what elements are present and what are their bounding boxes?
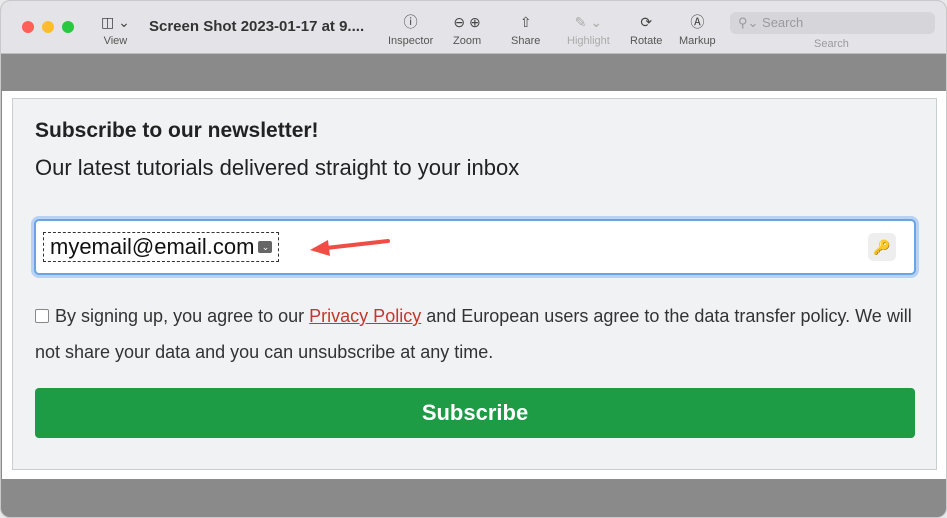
- rotate-button[interactable]: ⟳ Rotate: [630, 13, 662, 47]
- autofill-value[interactable]: myemail@email.com ⌄: [43, 232, 280, 262]
- view-button[interactable]: ◫ ⌄ View: [101, 13, 130, 47]
- window-title: Screen Shot 2023-01-17 at 9....: [149, 18, 365, 35]
- privacy-policy-link[interactable]: Privacy Policy: [309, 306, 421, 326]
- annotation-arrow-icon: [310, 239, 390, 256]
- sidebar-icon: ◫ ⌄: [101, 14, 130, 30]
- info-icon: ⓘ: [403, 14, 418, 30]
- search-icon: ⚲⌄: [738, 15, 763, 30]
- subscribe-button[interactable]: Subscribe: [35, 388, 915, 438]
- dropdown-icon[interactable]: ⌄: [258, 241, 273, 253]
- toolbar: ◫ ⌄ View Screen Shot 2023-01-17 at 9.... …: [1, 1, 946, 54]
- highlight-button[interactable]: ✎ ⌄ Highlight: [567, 13, 610, 47]
- preview-window: ◫ ⌄ View Screen Shot 2023-01-17 at 9.... …: [0, 0, 947, 518]
- zoom-window-button[interactable]: [62, 21, 74, 33]
- search-input[interactable]: ⚲⌄ Search: [730, 12, 935, 34]
- password-key-icon[interactable]: 🔑: [868, 233, 896, 261]
- zoom-button[interactable]: ⊖ ⊕ Zoom: [453, 13, 481, 47]
- pen-icon: ✎ ⌄: [574, 14, 603, 30]
- newsletter-card: Subscribe to our newsletter! Our latest …: [12, 98, 937, 470]
- close-button[interactable]: [22, 21, 34, 33]
- inspector-button[interactable]: ⓘ Inspector: [388, 13, 433, 47]
- zoom-in-out-icon: ⊖ ⊕: [453, 14, 481, 30]
- heading: Subscribe to our newsletter!: [35, 119, 319, 142]
- search-label: Search: [814, 38, 849, 50]
- markup-button[interactable]: Ⓐ Markup: [679, 13, 716, 47]
- terms-text: By signing up, you agree to our Privacy …: [35, 306, 912, 362]
- email-field[interactable]: myemail@email.com ⌄ 🔑: [34, 219, 916, 275]
- minimize-button[interactable]: [42, 21, 54, 33]
- subheading: Our latest tutorials delivered straight …: [35, 155, 520, 180]
- share-button[interactable]: ⇧ Share: [511, 13, 540, 47]
- markup-icon: Ⓐ: [690, 14, 705, 30]
- document-area: Subscribe to our newsletter! Our latest …: [2, 91, 946, 479]
- share-icon: ⇧: [519, 14, 532, 30]
- consent-checkbox[interactable]: [35, 309, 49, 323]
- rotate-icon: ⟳: [640, 14, 653, 30]
